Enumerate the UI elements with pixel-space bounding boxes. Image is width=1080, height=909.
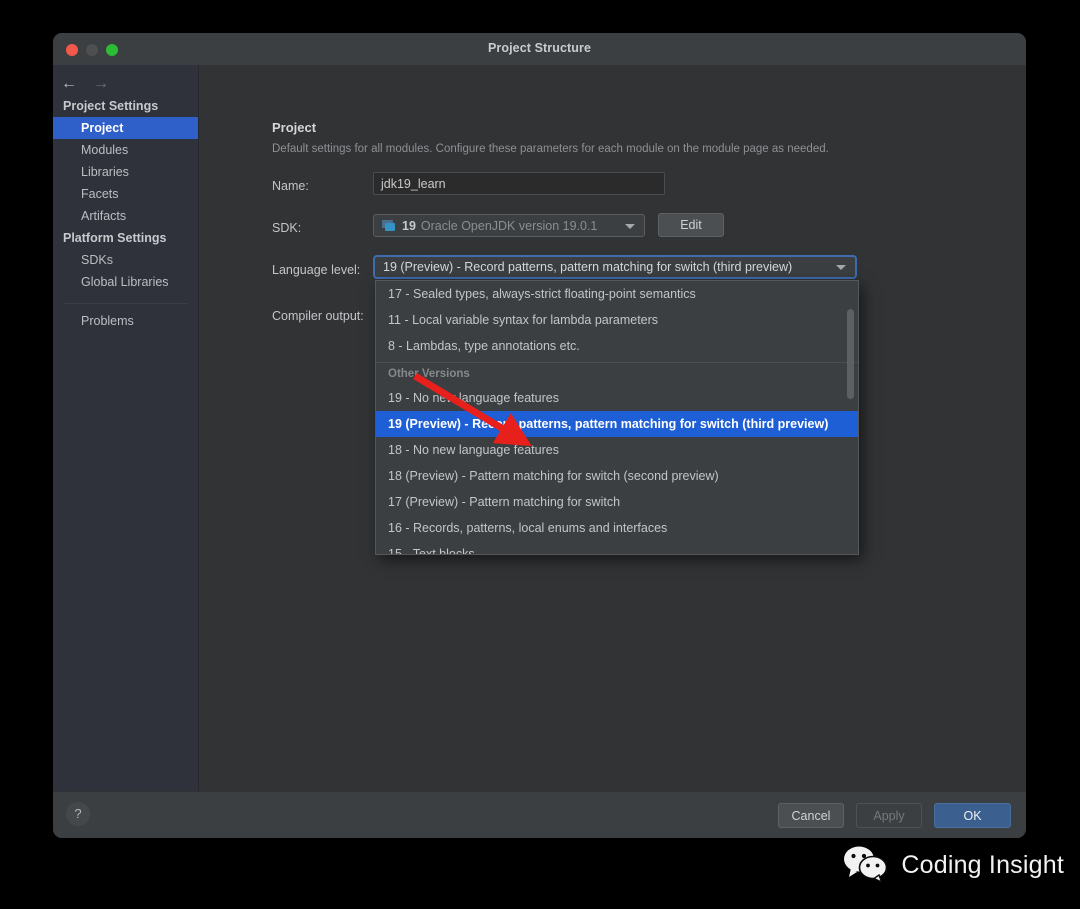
dropdown-group-header: Other Versions (376, 362, 858, 385)
language-level-combobox[interactable]: 19 (Preview) - Record patterns, pattern … (373, 255, 857, 279)
dropdown-item[interactable]: 18 - No new language features (376, 437, 858, 463)
settings-sidebar: ← → Project Settings Project Modules Lib… (53, 65, 199, 838)
arrow-right-icon[interactable]: → (93, 76, 109, 92)
dropdown-scrollbar[interactable] (847, 309, 854, 399)
sdk-version-label: 19 (402, 218, 416, 233)
chevron-down-icon (625, 223, 635, 229)
dropdown-item[interactable]: 17 - Sealed types, always-strict floatin… (376, 281, 858, 307)
sidebar-group-project-settings: Project Settings (63, 99, 159, 113)
dropdown-item[interactable]: 16 - Records, patterns, local enums and … (376, 515, 858, 541)
sidebar-item-sdks[interactable]: SDKs (53, 249, 198, 271)
sidebar-list: Project Settings Project Modules Librari… (53, 95, 198, 332)
project-structure-dialog: Project Structure ← → Project Settings P… (53, 33, 1026, 838)
sidebar-item-libraries[interactable]: Libraries (53, 161, 198, 183)
sdk-edit-button[interactable]: Edit (658, 213, 724, 237)
apply-button[interactable]: Apply (856, 803, 922, 828)
project-name-input[interactable]: jdk19_learn (373, 172, 665, 195)
dialog-title: Project Structure (487, 41, 592, 55)
sidebar-group-platform-settings: Platform Settings (63, 231, 167, 245)
dropdown-item[interactable]: 15 - Text blocks (376, 541, 858, 554)
language-level-dropdown-list: 17 - Sealed types, always-strict floatin… (376, 281, 858, 554)
language-level-value: 19 (Preview) - Record patterns, pattern … (383, 260, 793, 274)
dialog-footer: ? Cancel Apply OK (53, 791, 1026, 838)
dropdown-item[interactable]: 18 (Preview) - Pattern matching for swit… (376, 463, 858, 489)
sidebar-item-project[interactable]: Project (53, 117, 198, 139)
page-title: Project (272, 120, 317, 135)
dropdown-item[interactable]: 17 (Preview) - Pattern matching for swit… (376, 489, 858, 515)
project-settings-panel: Project Default settings for all modules… (199, 65, 1026, 792)
help-button[interactable]: ? (66, 802, 90, 826)
dialog-titlebar: Project Structure (53, 33, 1026, 66)
name-label: Name: (272, 179, 309, 193)
watermark: Coding Insight (843, 846, 1064, 884)
sdk-label: SDK: (272, 221, 302, 235)
watermark-text: Coding Insight (901, 850, 1064, 879)
chevron-down-icon (836, 265, 846, 270)
sdk-description-label: Oracle OpenJDK version 19.0.1 (420, 218, 598, 233)
dropdown-item[interactable]: 11 - Local variable syntax for lambda pa… (376, 307, 858, 333)
dropdown-item[interactable]: 19 - No new language features (376, 385, 858, 411)
dropdown-item[interactable]: 8 - Lambdas, type annotations etc. (376, 333, 858, 359)
arrow-left-icon[interactable]: ← (61, 76, 77, 92)
cancel-button[interactable]: Cancel (778, 803, 844, 828)
sidebar-divider (63, 303, 188, 304)
wechat-icon (844, 846, 888, 884)
sidebar-item-facets[interactable]: Facets (53, 183, 198, 205)
sidebar-item-artifacts[interactable]: Artifacts (53, 205, 198, 227)
sdk-combobox[interactable]: 19 Oracle OpenJDK version 19.0.1 (373, 214, 645, 237)
sidebar-item-global-libraries[interactable]: Global Libraries (53, 271, 198, 293)
jdk-folder-icon (382, 219, 396, 232)
language-level-dropdown[interactable]: 17 - Sealed types, always-strict floatin… (375, 280, 859, 555)
compiler-output-label: Compiler output: (272, 309, 364, 323)
sidebar-nav-arrows: ← → (61, 73, 109, 95)
sidebar-item-problems[interactable]: Problems (53, 310, 198, 332)
language-level-label: Language level: (272, 263, 361, 277)
dropdown-item-selected[interactable]: 19 (Preview) - Record patterns, pattern … (376, 411, 858, 437)
ok-button[interactable]: OK (934, 803, 1011, 828)
sidebar-item-modules[interactable]: Modules (53, 139, 198, 161)
page-description: Default settings for all modules. Config… (272, 143, 829, 155)
